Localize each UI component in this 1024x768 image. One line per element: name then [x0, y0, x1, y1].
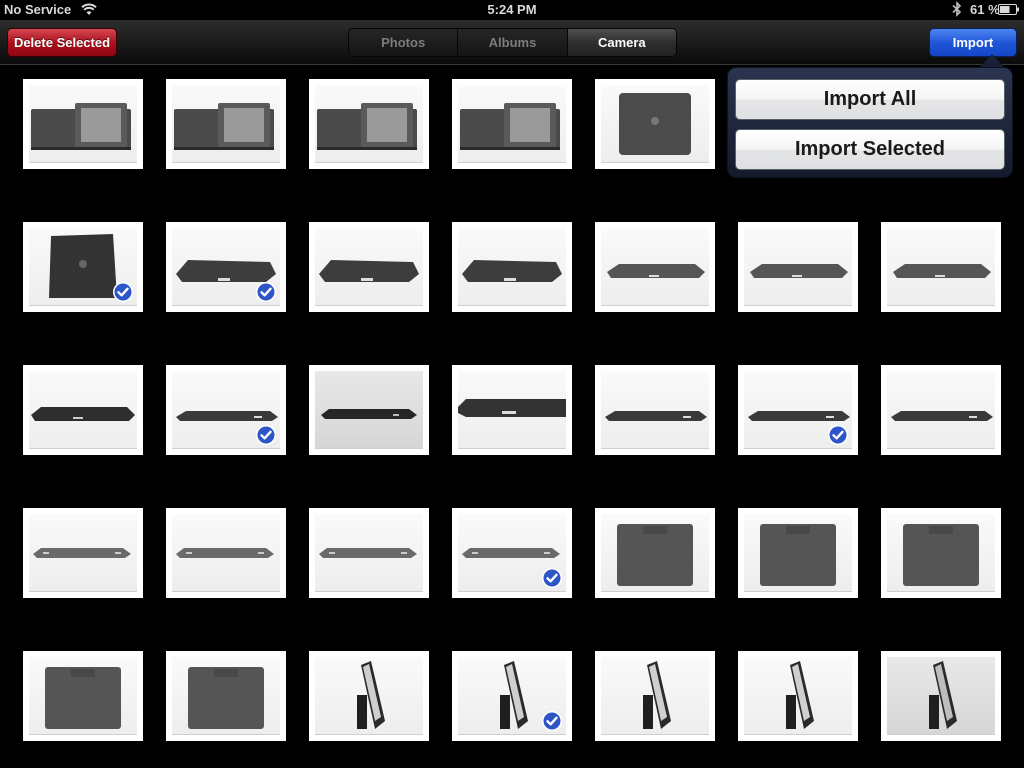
photo-thumbnail[interactable]: [595, 79, 715, 169]
photo-thumbnail[interactable]: [881, 508, 1001, 598]
photo-thumbnail[interactable]: [595, 222, 715, 312]
battery-icon: [998, 4, 1019, 15]
ipad-case-photo: [31, 103, 131, 150]
ipad-case-photo: [174, 103, 274, 150]
selected-checkmark-icon: [255, 424, 277, 446]
photo-thumbnail[interactable]: [738, 651, 858, 741]
selected-checkmark-icon: [541, 567, 563, 589]
photo-thumbnail[interactable]: [309, 222, 429, 312]
import-button[interactable]: Import: [929, 28, 1017, 57]
photo-thumbnail[interactable]: [166, 508, 286, 598]
tab-camera[interactable]: Camera: [567, 29, 676, 56]
photo-thumbnail[interactable]: [23, 222, 143, 312]
photo-thumbnail[interactable]: [166, 79, 286, 169]
ipad-case-photo: [460, 103, 560, 150]
ipad-case-photo: [357, 661, 385, 729]
ipad-case-photo: [903, 524, 979, 586]
ipad-case-photo: [45, 667, 121, 729]
ipad-case-photo: [319, 260, 419, 282]
ipad-case-photo: [462, 260, 562, 282]
ipad-case-photo: [607, 264, 705, 278]
ipad-case-photo: [760, 524, 836, 586]
photo-thumbnail[interactable]: [166, 222, 286, 312]
photo-thumbnail[interactable]: [23, 79, 143, 169]
ipad-case-photo: [786, 661, 814, 729]
photo-thumbnail[interactable]: [23, 651, 143, 741]
toolbar: Delete Selected Photos Albums Camera Imp…: [0, 20, 1024, 65]
selected-checkmark-icon: [255, 281, 277, 303]
ipad-case-photo: [33, 548, 131, 558]
bluetooth-icon: [952, 1, 962, 17]
photo-thumbnail[interactable]: [881, 365, 1001, 455]
photo-thumbnail[interactable]: [452, 222, 572, 312]
selected-checkmark-icon: [541, 710, 563, 732]
selected-checkmark-icon: [112, 281, 134, 303]
import-popover: Import All Import Selected: [727, 67, 1013, 178]
photo-thumbnail[interactable]: [166, 365, 286, 455]
ipad-case-photo: [605, 411, 707, 421]
ipad-case-photo: [893, 264, 991, 278]
import-selected-button[interactable]: Import Selected: [735, 129, 1005, 170]
import-all-button[interactable]: Import All: [735, 79, 1005, 120]
ipad-case-photo: [929, 661, 957, 729]
photo-thumbnail[interactable]: [738, 508, 858, 598]
selected-checkmark-icon: [827, 424, 849, 446]
photo-thumbnail[interactable]: [452, 508, 572, 598]
photo-thumbnail[interactable]: [595, 365, 715, 455]
ipad-case-photo: [321, 409, 417, 419]
ipad-case-photo: [458, 399, 566, 417]
photo-thumbnail[interactable]: [881, 651, 1001, 741]
photo-thumbnail[interactable]: [738, 222, 858, 312]
photo-thumbnail[interactable]: [452, 651, 572, 741]
ipad-case-photo: [188, 667, 264, 729]
ipad-case-photo: [317, 103, 417, 150]
photo-thumbnail[interactable]: [738, 365, 858, 455]
photo-thumbnail[interactable]: [595, 508, 715, 598]
ipad-case-photo: [619, 93, 691, 155]
ipad-case-photo: [31, 407, 135, 421]
photo-thumbnail[interactable]: [23, 508, 143, 598]
popover-arrow: [979, 54, 1005, 68]
tab-photos[interactable]: Photos: [349, 29, 459, 56]
photo-thumbnail[interactable]: [166, 651, 286, 741]
photo-thumbnail[interactable]: [595, 651, 715, 741]
clock-time: 5:24 PM: [487, 2, 537, 17]
photo-thumbnail[interactable]: [881, 222, 1001, 312]
photo-thumbnail[interactable]: [452, 79, 572, 169]
photo-thumbnail[interactable]: [309, 651, 429, 741]
battery-percent: 61 %: [970, 2, 1000, 17]
ipad-case-photo: [617, 524, 693, 586]
ipad-case-photo: [750, 264, 848, 278]
ipad-case-photo: [891, 411, 993, 421]
photo-thumbnail[interactable]: [309, 508, 429, 598]
ipad-case-photo: [176, 548, 274, 558]
status-bar: No Service 5:24 PM 61 %: [0, 0, 1024, 20]
ipad-case-photo: [643, 661, 671, 729]
photo-thumbnail[interactable]: [309, 79, 429, 169]
source-segmented-control: Photos Albums Camera: [348, 28, 677, 57]
photo-thumbnail[interactable]: [452, 365, 572, 455]
photo-thumbnail[interactable]: [309, 365, 429, 455]
ipad-case-photo: [319, 548, 417, 558]
delete-selected-button[interactable]: Delete Selected: [7, 28, 117, 57]
tab-albums[interactable]: Albums: [458, 29, 568, 56]
photo-thumbnail[interactable]: [23, 365, 143, 455]
